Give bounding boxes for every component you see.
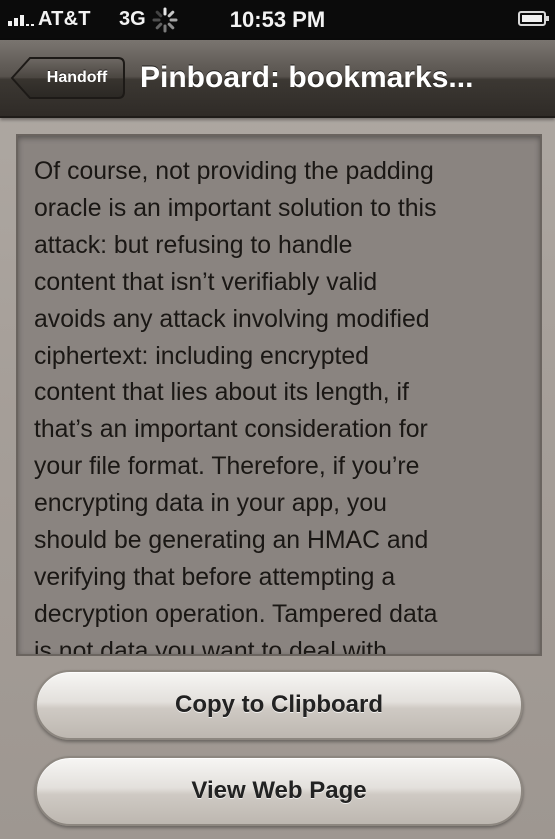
view-web-page-button[interactable]: View Web Page: [35, 756, 523, 826]
copy-to-clipboard-button[interactable]: Copy to Clipboard: [35, 670, 523, 740]
text-line: ciphertext: including encrypted: [34, 342, 369, 370]
text-line: should be generating an HMAC and: [34, 527, 429, 555]
text-line: is not data you want to deal with.: [34, 637, 394, 656]
text-line: oracle is an important solution to this: [34, 194, 437, 222]
page-title: Pinboard: bookmarks...: [140, 61, 474, 94]
view-web-page-label: View Web Page: [191, 777, 367, 804]
copy-to-clipboard-label: Copy to Clipboard: [175, 691, 383, 718]
text-line: your file format. Therefore, if you’re: [34, 453, 420, 481]
text-line: content that lies about its length, if: [34, 379, 409, 407]
back-button-label: Handoff: [46, 69, 108, 86]
bookmark-text-area[interactable]: Of course, not providing the padding orac…: [16, 134, 542, 656]
status-time: 10:53 PM: [229, 7, 326, 32]
text-line: attack: but refusing to handle: [34, 231, 353, 259]
text-line: that’s an important consideration for: [34, 416, 428, 444]
screen: AT&T 3G 10:53 PM Handoff Pinboard: bookm…: [0, 0, 555, 839]
text-line: avoids any attack involving modified: [34, 305, 430, 333]
back-button[interactable]: Handoff: [10, 56, 126, 100]
bookmark-text: Of course, not providing the padding orac…: [34, 154, 526, 656]
text-line: encrypting data in your app, you: [34, 490, 387, 518]
battery-icon: [518, 11, 549, 26]
status-bar: AT&T 3G 10:53 PM: [0, 0, 555, 40]
navigation-bar: Handoff Pinboard: bookmarks...: [0, 40, 555, 118]
text-line: Of course, not providing the padding: [34, 158, 434, 185]
text-line: verifying that before attempting a: [34, 563, 396, 591]
text-line: decryption operation. Tampered data: [34, 600, 438, 628]
text-line: content that isn’t verifiably valid: [34, 268, 378, 296]
